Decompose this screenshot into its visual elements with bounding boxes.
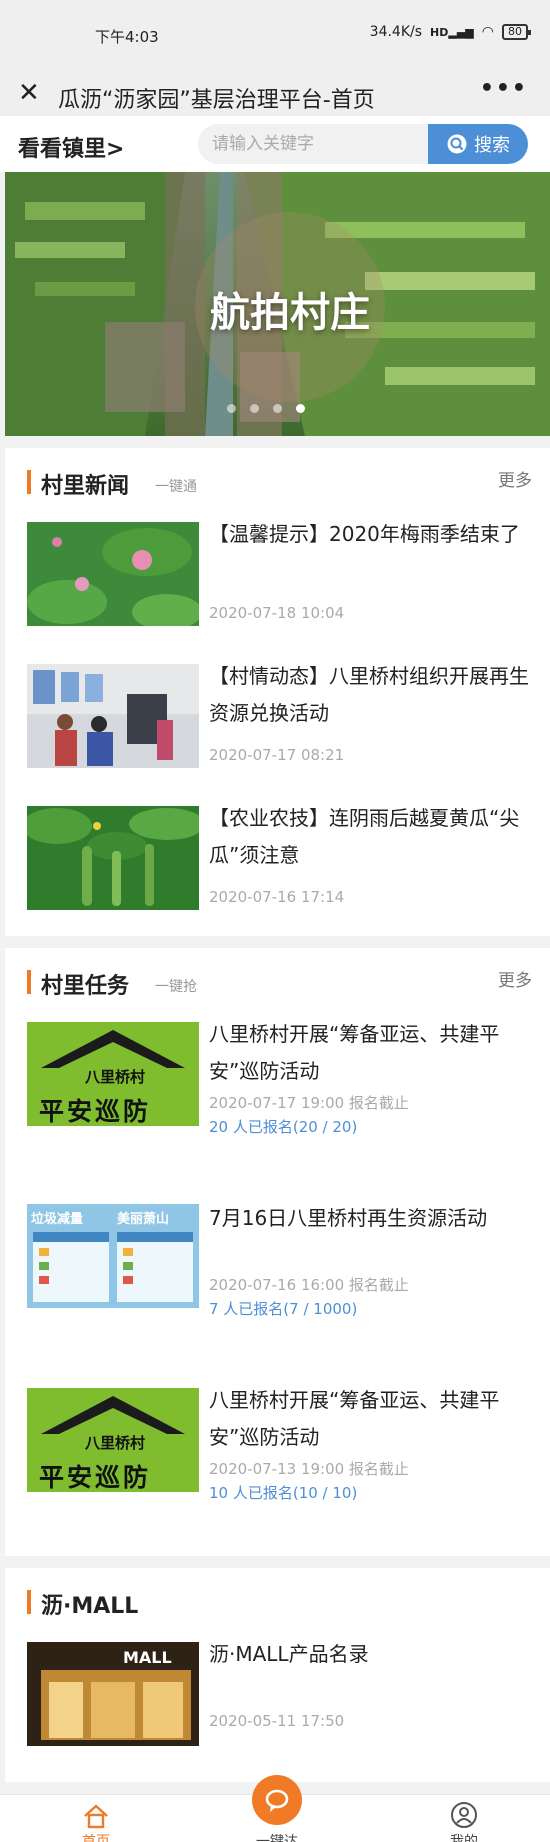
tab-home-label: 首页	[82, 1834, 110, 1842]
mall-sign: MALL	[123, 1648, 172, 1667]
user-icon	[451, 1802, 477, 1828]
task-item-deadline: 2020-07-13 19:00 报名截止	[209, 1460, 409, 1478]
mall-item-date: 2020-05-11 17:50	[209, 1712, 345, 1730]
recycling-table-graphic	[33, 1232, 193, 1302]
tasks-section: 村里任务 一键抢 更多 八里桥村 平安巡防 八里桥村开展“筹备亚运、共建平安”巡…	[5, 948, 550, 1556]
poster-village: 八里桥村	[85, 1068, 146, 1086]
search-button[interactable]: 搜索	[428, 124, 528, 164]
tasks-subtitle: 一键抢	[155, 979, 197, 995]
town-link-label: 看看镇里	[18, 137, 107, 162]
section-accent-bar	[27, 970, 31, 994]
task-item-deadline: 2020-07-17 19:00 报名截止	[209, 1094, 409, 1112]
task-item[interactable]: 垃圾减量 美丽萧山 7月16日八里桥村再生资源活动 2020-07-16 16:…	[5, 1204, 550, 1388]
news-item[interactable]: 【农业农技】连阴雨后越夏黄瓜“尖瓜”须注意 2020-07-16 17:14	[5, 796, 550, 936]
tasks-header: 村里任务 一键抢 更多	[5, 948, 550, 1022]
poster-slogan: 平安巡防	[39, 1463, 152, 1492]
mall-item-title: 沥·MALL产品名录	[209, 1642, 369, 1666]
poster-village: 八里桥村	[85, 1434, 146, 1452]
task-item[interactable]: 八里桥村 平安巡防 八里桥村开展“筹备亚运、共建平安”巡防活动 2020-07-…	[5, 1388, 550, 1558]
status-bar: 下午4:03 34.4K/s HD▂▄▆ ◠ 80	[0, 0, 550, 72]
task-item-title: 八里桥村开展“筹备亚运、共建平安”巡防活动	[209, 1388, 500, 1449]
page-title: 瓜沥“沥家园”基层治理平台-首页	[58, 88, 375, 113]
news-item-date: 2020-07-16 17:14	[209, 888, 345, 906]
lotus-photo	[27, 522, 199, 626]
tab-mine-label: 我的	[450, 1834, 478, 1842]
news-item-title: 【温馨提示】2020年梅雨季结束了	[209, 522, 520, 546]
banner-caption: 航拍村庄	[210, 289, 370, 336]
tab-center[interactable]: 一键达	[217, 1775, 337, 1842]
search-input[interactable]	[198, 124, 428, 164]
town-link[interactable]: 看看镇里>	[18, 131, 124, 163]
storefront-graphic	[27, 1642, 199, 1746]
wifi-icon: ◠	[481, 24, 494, 40]
task-item-signup: 20 人已报名(20 / 20)	[209, 1118, 358, 1136]
news-item-date: 2020-07-18 10:04	[209, 604, 345, 622]
poster-slogan: 平安巡防	[39, 1097, 152, 1126]
carousel-dot-active[interactable]	[296, 404, 305, 413]
news-item-date: 2020-07-17 08:21	[209, 746, 345, 764]
banner-carousel[interactable]: 航拍村庄	[5, 172, 550, 436]
tab-home[interactable]: 首页	[36, 1795, 156, 1842]
news-item-title: 【农业农技】连阴雨后越夏黄瓜“尖瓜”须注意	[209, 806, 520, 867]
status-icons: 34.4K/s HD▂▄▆ ◠ 80	[369, 24, 531, 40]
news-title: 村里新闻	[41, 474, 130, 499]
news-item[interactable]: 【村情动态】八里桥村组织开展再生资源兑换活动 2020-07-17 08:21	[5, 654, 550, 796]
task-item-signup: 7 人已报名(7 / 1000)	[209, 1300, 358, 1318]
recycling-poster: 垃圾减量 美丽萧山	[27, 1204, 199, 1308]
battery-icon: 80	[502, 24, 531, 40]
status-time: 下午4:03	[95, 28, 159, 46]
chat-icon	[265, 1789, 289, 1812]
carousel-dots	[227, 404, 305, 413]
task-item-title: 7月16日八里桥村再生资源活动	[209, 1206, 488, 1230]
search-icon	[447, 134, 467, 154]
task-item-deadline: 2020-07-16 16:00 报名截止	[209, 1276, 409, 1294]
carousel-dot[interactable]	[273, 404, 282, 413]
chevron-right-icon: >	[106, 137, 125, 162]
task-item-title: 八里桥村开展“筹备亚运、共建平安”巡防活动	[209, 1022, 500, 1083]
network-type: HD	[430, 25, 449, 39]
cucumber-photo	[27, 806, 199, 910]
task-item-signup: 10 人已报名(10 / 10)	[209, 1484, 358, 1502]
bottom-tab-bar: 首页 一键达 我的	[0, 1775, 550, 1842]
news-header: 村里新闻 一键通 更多	[5, 448, 550, 512]
news-item[interactable]: 【温馨提示】2020年梅雨季结束了 2020-07-18 10:04	[5, 512, 550, 654]
carousel-dot[interactable]	[250, 404, 259, 413]
news-subtitle: 一键通	[155, 479, 197, 495]
task-item[interactable]: 八里桥村 平安巡防 八里桥村开展“筹备亚运、共建平安”巡防活动 2020-07-…	[5, 1022, 550, 1204]
news-section: 村里新闻 一键通 更多 【温馨提示】2020年梅雨季结束了 2020-07-18…	[5, 448, 550, 936]
mall-section: 沥·MALL MALL 沥·MALL产品名录 2020-05-11 17:50	[5, 1568, 550, 1782]
tab-center-label: 一键达	[256, 1834, 298, 1842]
nav-bar: ✕ 瓜沥“沥家园”基层治理平台-首页 •••	[0, 72, 550, 116]
recycling-event-photo	[27, 664, 199, 768]
home-icon	[84, 1804, 108, 1829]
tab-mine[interactable]: 我的	[404, 1795, 524, 1842]
tasks-more-link[interactable]: 更多	[498, 966, 532, 991]
news-more-link[interactable]: 更多	[498, 466, 532, 491]
mall-storefront-photo: MALL	[27, 1642, 199, 1746]
patrol-poster: 八里桥村 平安巡防	[27, 1388, 199, 1492]
chat-bubble-icon	[252, 1775, 302, 1825]
news-item-title: 【村情动态】八里桥村组织开展再生资源兑换活动	[209, 664, 529, 725]
network-speed: 34.4K/s	[369, 24, 423, 40]
close-icon[interactable]: ✕	[18, 78, 40, 108]
patrol-poster: 八里桥村 平安巡防	[27, 1022, 199, 1126]
mall-header: 沥·MALL	[5, 1568, 550, 1642]
mall-item[interactable]: MALL 沥·MALL产品名录 2020-05-11 17:50	[5, 1642, 550, 1772]
section-accent-bar	[27, 470, 31, 494]
signal-icon: HD▂▄▆	[430, 25, 474, 39]
search-row: 看看镇里> 搜索	[0, 116, 550, 172]
mall-title: 沥·MALL	[41, 1594, 139, 1619]
search-button-label: 搜索	[474, 135, 510, 156]
more-options-icon[interactable]: •••	[480, 76, 528, 101]
section-accent-bar	[27, 1590, 31, 1614]
carousel-dot[interactable]	[227, 404, 236, 413]
tasks-title: 村里任务	[41, 974, 130, 999]
